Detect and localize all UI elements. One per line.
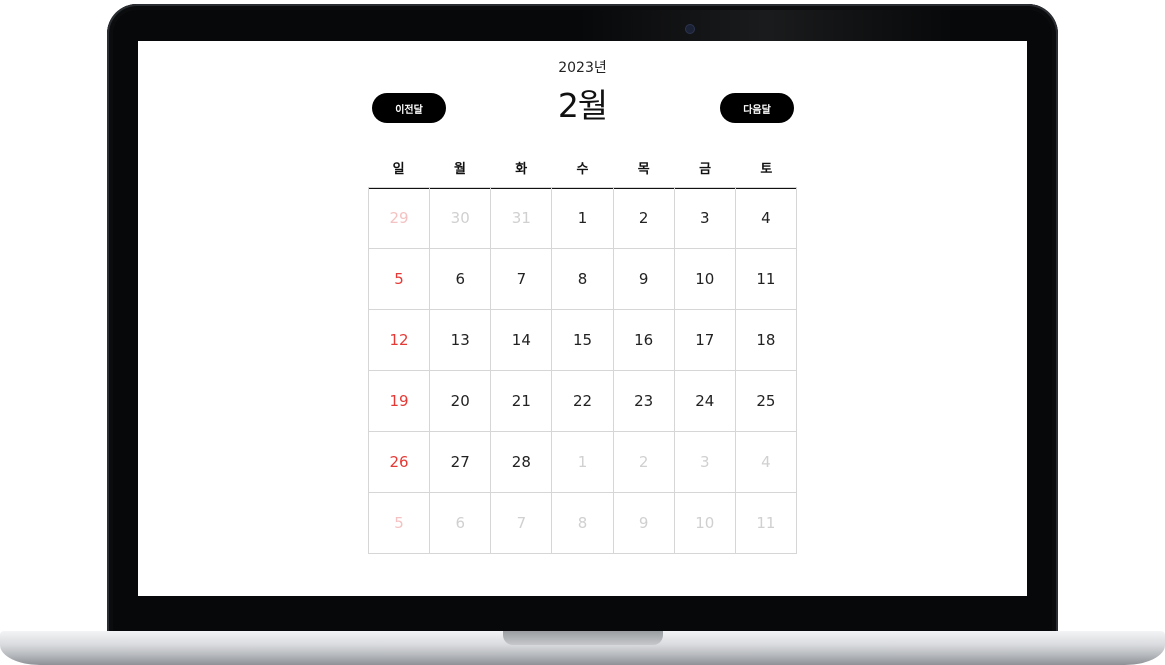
calendar-day-cell[interactable]: 13 bbox=[430, 309, 492, 370]
weekday-sat: 토 bbox=[760, 162, 773, 177]
calendar-day-cell[interactable]: 8 bbox=[552, 492, 614, 553]
calendar-day-cell[interactable]: 3 bbox=[674, 187, 736, 248]
calendar-day-cell[interactable]: 1 bbox=[552, 431, 614, 492]
calendar-day-cell[interactable]: 3 bbox=[674, 431, 736, 492]
weekday-tue: 화 bbox=[515, 162, 528, 177]
year-label: 2023년 bbox=[558, 60, 607, 76]
calendar-day-cell[interactable]: 10 bbox=[674, 248, 736, 309]
calendar-day-cell[interactable]: 15 bbox=[552, 309, 614, 370]
calendar-day-cell[interactable]: 23 bbox=[613, 370, 675, 431]
month-title: 2월 bbox=[557, 86, 608, 125]
calendar-day-cell[interactable]: 22 bbox=[552, 370, 614, 431]
calendar-day-cell[interactable]: 6 bbox=[430, 248, 492, 309]
calendar-day-cell[interactable]: 10 bbox=[674, 492, 736, 553]
calendar-day-cell[interactable]: 11 bbox=[735, 492, 797, 553]
calendar-day-cell[interactable]: 7 bbox=[491, 248, 553, 309]
calendar-day-cell[interactable]: 16 bbox=[613, 309, 675, 370]
calendar-day-cell[interactable]: 4 bbox=[735, 431, 797, 492]
calendar-day-cell[interactable]: 24 bbox=[674, 370, 736, 431]
calendar-day-cell[interactable]: 7 bbox=[491, 492, 553, 553]
calendar-day-cell[interactable]: 4 bbox=[735, 187, 797, 248]
weekday-mon: 월 bbox=[453, 162, 466, 177]
bezel-gloss bbox=[577, 10, 957, 44]
next-month-button[interactable]: 다음달 bbox=[720, 93, 794, 123]
camera-icon bbox=[686, 25, 694, 33]
calendar-day-cell[interactable]: 14 bbox=[491, 309, 553, 370]
calendar-day-cell[interactable]: 18 bbox=[735, 309, 797, 370]
calendar-day-cell[interactable]: 20 bbox=[430, 370, 492, 431]
calendar-day-cell[interactable]: 9 bbox=[613, 492, 675, 553]
calendar-day-cell[interactable]: 26 bbox=[369, 431, 431, 492]
calendar-day-cell[interactable]: 2 bbox=[613, 431, 675, 492]
weekday-header: 일 월 화 수 목 금 토 bbox=[368, 159, 797, 189]
calendar-day-cell[interactable]: 12 bbox=[369, 309, 431, 370]
calendar-day-cell[interactable]: 5 bbox=[369, 248, 431, 309]
calendar-day-cell[interactable]: 25 bbox=[735, 370, 797, 431]
weekday-fri: 금 bbox=[699, 162, 712, 177]
calendar-day-cell[interactable]: 9 bbox=[613, 248, 675, 309]
calendar-day-cell[interactable]: 30 bbox=[430, 187, 492, 248]
calendar-day-cell[interactable]: 28 bbox=[491, 431, 553, 492]
calendar-day-cell[interactable]: 11 bbox=[735, 248, 797, 309]
calendar-day-cell[interactable]: 6 bbox=[430, 492, 492, 553]
calendar-day-cell[interactable]: 21 bbox=[491, 370, 553, 431]
calendar-day-cell[interactable]: 2 bbox=[613, 187, 675, 248]
laptop-base-notch bbox=[503, 631, 663, 645]
calendar-grid: 29 30 31 1 2 3 4 5 6 7 8 9 10 11 12 13 14 15 16 17 18 19 20 21 2… bbox=[368, 187, 797, 554]
calendar-day-cell[interactable]: 19 bbox=[369, 370, 431, 431]
weekday-sun: 일 bbox=[392, 162, 405, 177]
calendar-day-cell[interactable]: 27 bbox=[430, 431, 492, 492]
prev-month-button[interactable]: 이전달 bbox=[372, 93, 446, 123]
calendar-day-cell[interactable]: 17 bbox=[674, 309, 736, 370]
calendar-day-cell[interactable]: 8 bbox=[552, 248, 614, 309]
calendar-day-cell[interactable]: 29 bbox=[369, 187, 431, 248]
calendar-day-cell[interactable]: 31 bbox=[491, 187, 553, 248]
calendar-day-cell[interactable]: 5 bbox=[369, 492, 431, 553]
weekday-thu: 목 bbox=[637, 162, 650, 177]
calendar-day-cell[interactable]: 1 bbox=[552, 187, 614, 248]
laptop-screen: 2023년 2월 이전달 다음달 일 월 화 수 목 금 토 29 30 31 1 2 3… bbox=[138, 41, 1027, 596]
weekday-wed: 수 bbox=[576, 162, 589, 177]
